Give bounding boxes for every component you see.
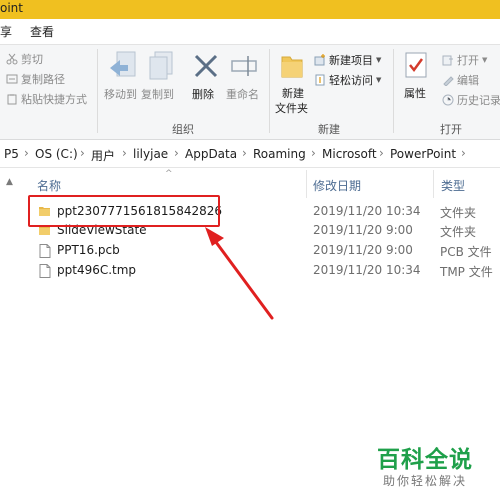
watermark-brand: 百科全说: [377, 447, 473, 473]
annotation-arrow-icon: [205, 227, 274, 320]
watermark-slogan: 助你轻松解决: [383, 474, 468, 488]
